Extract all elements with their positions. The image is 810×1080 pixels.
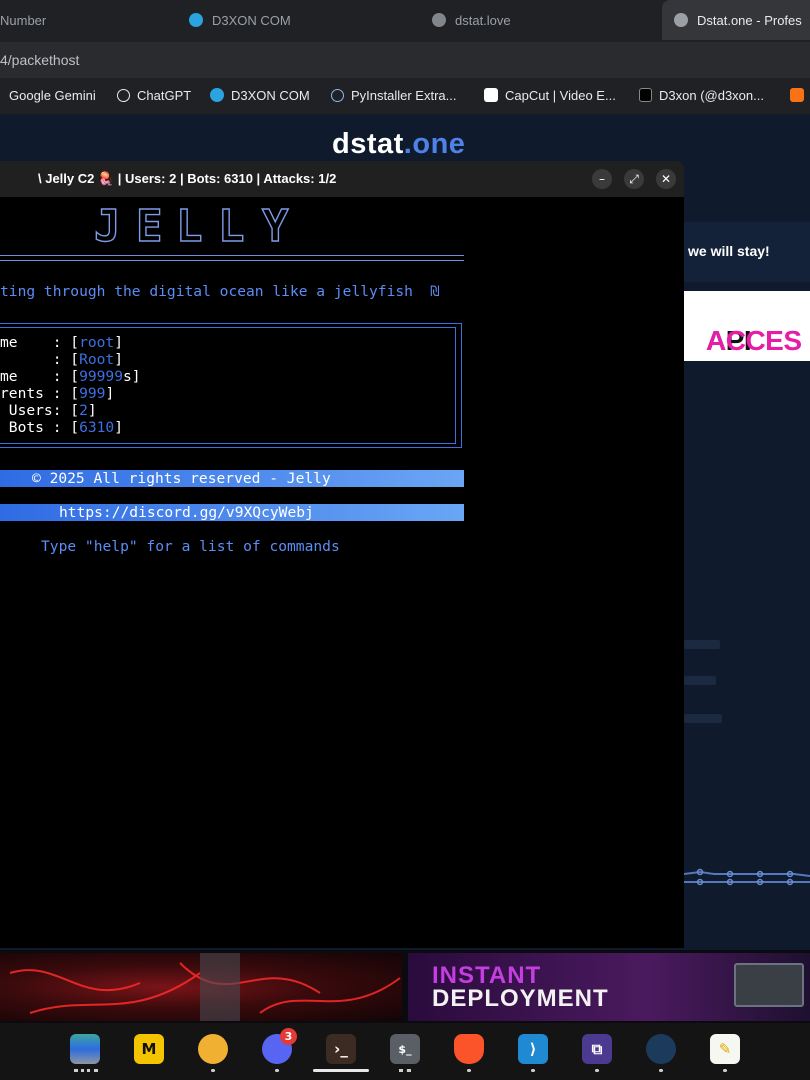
banner-text: we will stay! [688,243,770,259]
tab-label: dstat.love [455,12,511,28]
active-indicator [313,1069,369,1072]
logo-text: dstat [332,128,404,160]
running-indicator [659,1069,663,1072]
bookmarks-bar: Google Gemini ChatGPT D3XON COM PyInstal… [0,78,810,114]
running-indicator [211,1069,215,1072]
bookmark-label: ChatGPT [137,87,192,103]
tab-dstat-one[interactable]: Dstat.one - Profes [662,0,810,40]
help-hint: Type "help" for a list of commands [41,538,340,555]
traffic-graph [684,868,810,886]
info-row: me : [99999s] [0,368,141,385]
mailspring-icon[interactable]: M [134,1034,164,1064]
files-app-icon[interactable] [70,1034,100,1064]
steam-icon[interactable] [646,1034,676,1064]
info-row: me : [root] [0,334,124,351]
server-graphic [734,963,804,1007]
placeholder-bar [684,714,722,723]
info-row: Users: [2] [0,402,97,419]
extension-app-icon[interactable]: ⧉ [582,1034,612,1064]
site-logo[interactable]: dstat.one [332,128,465,161]
text-editor-icon[interactable]: ✎ [710,1034,740,1064]
tab-label: Number [0,12,47,28]
terminal-app-icon[interactable]: ›_ [326,1034,356,1064]
running-indicator [531,1069,535,1072]
running-indicator [74,1069,98,1075]
window-title: \ Jelly C2 🪼 | Users: 2 | Bots: 6310 | A… [38,171,337,186]
globe-icon [331,88,344,102]
minimize-button[interactable]: – [592,169,612,189]
copyright-text: © 2025 All rights reserved - Jelly [32,470,331,487]
info-row: Bots : [6310] [0,419,124,436]
close-button[interactable]: ✕ [656,169,676,189]
logo-accent: .one [403,128,466,160]
cyberduck-icon[interactable] [198,1034,228,1064]
tab-label: D3XON COM [212,12,291,28]
telegram-icon [210,88,224,102]
chatgpt-icon [117,88,130,102]
tab-d3xon[interactable]: D3XON COM [189,0,291,40]
telegram-icon [189,13,203,27]
ad-line-2: DEPLOYMENT [432,985,609,1012]
discord-link[interactable]: https://discord.gg/v9XQcyWebj [59,504,314,521]
running-indicator [467,1069,471,1072]
bookmark-pyinstaller[interactable]: PyInstaller Extra... [331,78,456,112]
bookmark-capcut[interactable]: CapCut | Video E... [484,78,616,112]
chart-app-icon [790,88,804,102]
address-bar[interactable]: 4/packethost [0,42,810,78]
url-text: 4/packethost [0,52,80,68]
running-indicator [275,1069,279,1072]
bookmark-gemini[interactable]: Google Gemini [9,78,96,112]
tagline: ting through the digital ocean like a je… [0,283,440,300]
bookmark-more[interactable] [790,78,810,112]
divider [0,255,464,261]
bookmark-label: D3XON COM [231,87,310,103]
logo-letter: L [175,200,203,252]
info-row: rents : [999] [0,385,115,402]
taskbar: M 3 ›_ $_ ⟩ ⧉ ✎ [0,1023,810,1080]
placeholder-bar [684,640,720,649]
running-indicator [595,1069,599,1072]
globe-icon [432,13,446,27]
console-icon[interactable]: $_ [390,1034,420,1064]
bookmark-chatgpt[interactable]: ChatGPT [117,78,191,112]
logo-letter: Y [261,200,289,252]
bookmark-label: Google Gemini [9,87,96,103]
brave-browser-icon[interactable] [454,1034,484,1064]
logo-letter: J [93,200,121,252]
placeholder-bar [684,676,716,685]
bookmark-label: PyInstaller Extra... [351,87,457,103]
ad-strip: INSTANT DEPLOYMENT [0,950,810,1023]
globe-icon [674,13,688,27]
terminal-screen[interactable]: J E L L Y ting through the digital ocean… [0,197,684,948]
bookmark-label: D3xon (@d3xon... [659,87,764,103]
logo-letter: L [217,200,245,252]
tab-number[interactable]: Number [0,0,46,40]
terminal-titlebar[interactable]: \ Jelly C2 🪼 | Users: 2 | Bots: 6310 | A… [0,161,684,197]
tiktok-icon [639,88,652,102]
tab-dstat-love[interactable]: dstat.love [432,0,511,40]
deployment-ad[interactable]: INSTANT DEPLOYMENT [408,953,810,1021]
capcut-icon [484,88,498,102]
running-indicator [399,1069,411,1075]
ad-line-1: INSTANT [432,962,542,989]
notification-badge: 3 [280,1028,297,1045]
maximize-button[interactable]: ⤢ [624,169,644,189]
discord-icon[interactable]: 3 [262,1028,297,1064]
bookmark-d3xon[interactable]: D3XON COM [210,78,310,112]
bookmark-tiktok[interactable]: D3xon (@d3xon... [639,78,764,112]
api-access-ad[interactable]: API ACCES [684,291,810,361]
anime-ad-image[interactable] [0,953,402,1021]
tab-label: Dstat.one - Profes [697,12,802,28]
info-banner: we will stay! [684,222,810,282]
running-indicator [723,1069,727,1072]
bookmark-label: CapCut | Video E... [505,87,616,103]
logo-letter: E [135,200,163,252]
vscode-icon[interactable]: ⟩ [518,1034,548,1064]
info-row: : [Root] [0,351,124,368]
browser-tab-bar: Number D3XON COM dstat.love Dstat.one - … [0,0,810,42]
